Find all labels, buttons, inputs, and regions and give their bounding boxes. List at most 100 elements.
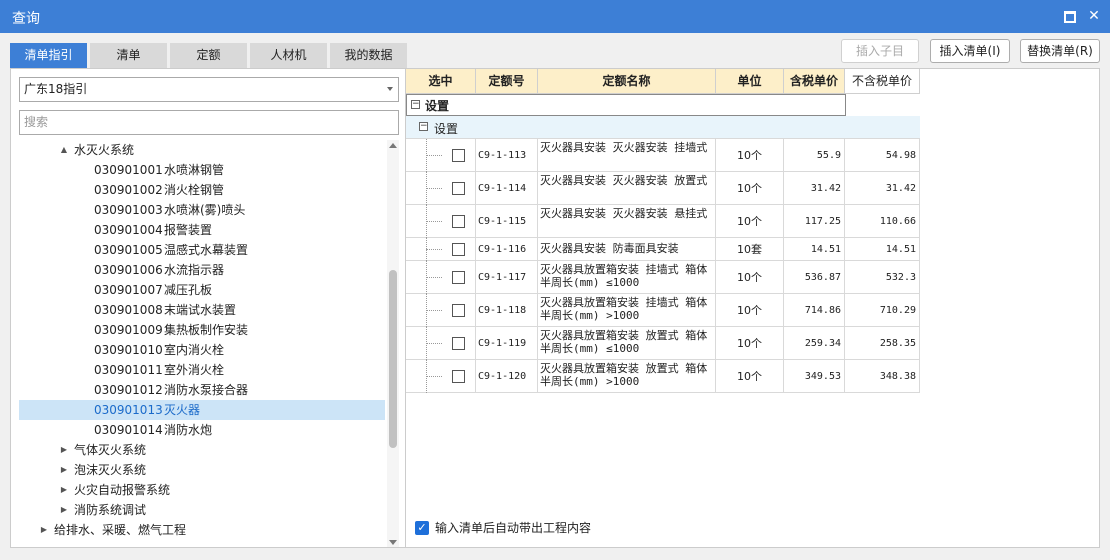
tree-guide-line (426, 376, 442, 377)
tree-node-code: 030901014 (94, 423, 163, 437)
header-price-notax[interactable]: 不含税单价 (845, 69, 920, 94)
tree-node[interactable]: 030901006 水流指示器 (19, 260, 385, 280)
tree-guide-line (426, 249, 442, 250)
tree-node[interactable]: ▶ 消防系统调试 (19, 500, 385, 520)
row-checkbox[interactable] (452, 215, 465, 228)
quota-row[interactable]: C9-1-115 灭火器具安装 灭火器安装 悬挂式 10个 117.25 110.66 (406, 205, 920, 238)
quota-name: 灭火器具安装 灭火器安装 悬挂式 (538, 205, 716, 238)
quota-code: C9-1-115 (476, 205, 538, 238)
header-selected[interactable]: 选中 (406, 69, 476, 94)
subgroup-row-setup[interactable]: − 设置 (406, 116, 920, 139)
replace-list-button[interactable]: 替换清单(R) (1020, 39, 1100, 63)
quota-price-tax: 14.51 (784, 238, 845, 261)
tree-node[interactable]: 030901014 消防水炮 (19, 420, 385, 440)
expand-icon[interactable]: ▶ (39, 520, 49, 540)
expand-icon[interactable]: ▶ (59, 500, 69, 520)
tree-node[interactable]: 030901002 消火栓钢管 (19, 180, 385, 200)
scroll-thumb[interactable] (389, 270, 397, 448)
quota-price-tax: 536.87 (784, 261, 845, 294)
row-checkbox[interactable] (452, 370, 465, 383)
quota-price-tax: 55.9 (784, 139, 845, 172)
expand-icon[interactable]: ▶ (59, 460, 69, 480)
scroll-up-icon[interactable] (389, 143, 397, 148)
tree-node[interactable]: 030901012 消防水泵接合器 (19, 380, 385, 400)
quota-row[interactable]: C9-1-119 灭火器具放置箱安装 放置式 箱体半周长(mm) ≤1000 10个… (406, 327, 920, 360)
close-icon[interactable]: ✕ (1086, 8, 1102, 24)
tab-list[interactable]: 清单 (90, 43, 167, 68)
quota-row[interactable]: C9-1-116 灭火器具安装 防毒面具安装 10套 14.51 14.51 (406, 238, 920, 261)
row-checkbox[interactable] (452, 149, 465, 162)
quota-row[interactable]: C9-1-114 灭火器具安装 灭火器安装 放置式 10个 31.42 31.42 (406, 172, 920, 205)
subgroup-label: 设置 (434, 122, 459, 136)
scroll-down-icon[interactable] (389, 540, 397, 545)
collapse-icon[interactable]: ▲ (59, 140, 69, 160)
tree-node[interactable]: 030901003 水喷淋(雾)喷头 (19, 200, 385, 220)
quota-row[interactable]: C9-1-118 灭火器具放置箱安装 挂墙式 箱体半周长(mm) >1000 10个… (406, 294, 920, 327)
quota-unit: 10个 (716, 360, 784, 393)
tab-quota[interactable]: 定额 (170, 43, 247, 68)
tree-node-code: 030901013 (94, 403, 163, 417)
tree-node[interactable]: 030901007 减压孔板 (19, 280, 385, 300)
collapse-icon[interactable]: − (411, 100, 420, 109)
tree-node[interactable]: ▶ 火灾自动报警系统 (19, 480, 385, 500)
insert-list-button[interactable]: 插入清单(I) (930, 39, 1010, 63)
tree-node-label: 室外消火栓 (164, 363, 225, 377)
auto-content-checkbox[interactable]: ✓ (415, 521, 429, 535)
tree-node[interactable]: 030901013 灭火器 (19, 400, 385, 420)
row-select-cell (406, 261, 476, 294)
expand-icon[interactable]: ▶ (59, 440, 69, 460)
tree-node[interactable]: 030901011 室外消火栓 (19, 360, 385, 380)
row-checkbox[interactable] (452, 271, 465, 284)
expand-icon[interactable]: ▶ (59, 480, 69, 500)
quota-name: 灭火器具放置箱安装 放置式 箱体半周长(mm) ≤1000 (538, 327, 716, 360)
quota-row[interactable]: C9-1-117 灭火器具放置箱安装 挂墙式 箱体半周长(mm) ≤1000 10个… (406, 261, 920, 294)
search-input[interactable]: 搜索 (19, 110, 399, 135)
tree-node[interactable]: ▲ 水灭火系统 (19, 140, 385, 160)
tree-node[interactable]: 030901008 末端试水装置 (19, 300, 385, 320)
title-bar: 查询 ✕ (0, 0, 1110, 33)
tree-node[interactable]: 030901004 报警装置 (19, 220, 385, 240)
guide-select[interactable]: 广东18指引 (19, 77, 399, 102)
tree-node-label: 给排水、采暖、燃气工程 (54, 523, 187, 537)
tree-node[interactable]: ▶ 泡沫灭火系统 (19, 460, 385, 480)
tree-node[interactable]: ▶ 气体灭火系统 (19, 440, 385, 460)
quota-row[interactable]: C9-1-113 灭火器具安装 灭火器安装 挂墙式 10个 55.9 54.98 (406, 139, 920, 172)
insert-child-button[interactable]: 插入子目 (841, 39, 919, 63)
tree-node-label: 水喷淋(雾)喷头 (164, 203, 246, 217)
quota-unit: 10个 (716, 205, 784, 238)
tree-node-label: 集热板制作安装 (164, 323, 249, 337)
tree-node-label: 室内消火栓 (164, 343, 225, 357)
tree-node[interactable]: ▶ 给排水、采暖、燃气工程 (19, 520, 385, 540)
tab-list-guide[interactable]: 清单指引 (10, 43, 87, 68)
header-price-tax[interactable]: 含税单价 (784, 69, 845, 94)
tree-node-label: 消防水炮 (164, 423, 213, 437)
row-checkbox[interactable] (452, 243, 465, 256)
tree-node[interactable]: 030901009 集热板制作安装 (19, 320, 385, 340)
quota-panel: 选中 定额号 定额名称 单位 含税单价 不含税单价 − 设置 − 设置 C9-1-113 灭火器具安装… (405, 68, 1100, 548)
tab-my-data[interactable]: 我的数据 (330, 43, 407, 68)
header-quota-name[interactable]: 定额名称 (538, 69, 716, 94)
tree-node-code: 030901011 (94, 363, 163, 377)
header-unit[interactable]: 单位 (716, 69, 784, 94)
quota-name: 灭火器具放置箱安装 放置式 箱体半周长(mm) >1000 (538, 360, 716, 393)
tree-scrollbar[interactable] (387, 140, 399, 547)
quota-name: 灭火器具放置箱安装 挂墙式 箱体半周长(mm) >1000 (538, 294, 716, 327)
tab-labor-material[interactable]: 人材机 (250, 43, 327, 68)
tree-node[interactable]: 030901001 水喷淋钢管 (19, 160, 385, 180)
maximize-icon[interactable] (1062, 8, 1078, 24)
row-checkbox[interactable] (452, 304, 465, 317)
tree-node[interactable]: 030901010 室内消火栓 (19, 340, 385, 360)
quota-price-notax: 258.35 (845, 327, 920, 360)
tree-node-label: 火灾自动报警系统 (74, 483, 171, 497)
row-checkbox[interactable] (452, 337, 465, 350)
tree-node[interactable]: 030901005 温感式水幕装置 (19, 240, 385, 260)
tree-node-label: 消防系统调试 (74, 503, 147, 517)
collapse-icon[interactable]: − (419, 122, 428, 131)
tree-node-label: 消防水泵接合器 (164, 383, 249, 397)
row-checkbox[interactable] (452, 182, 465, 195)
quota-code: C9-1-116 (476, 238, 538, 261)
quota-unit: 10套 (716, 238, 784, 261)
quota-row[interactable]: C9-1-120 灭火器具放置箱安装 放置式 箱体半周长(mm) >1000 10个… (406, 360, 920, 393)
header-quota-code[interactable]: 定额号 (476, 69, 538, 94)
group-row-setup[interactable]: − 设置 (406, 94, 846, 116)
